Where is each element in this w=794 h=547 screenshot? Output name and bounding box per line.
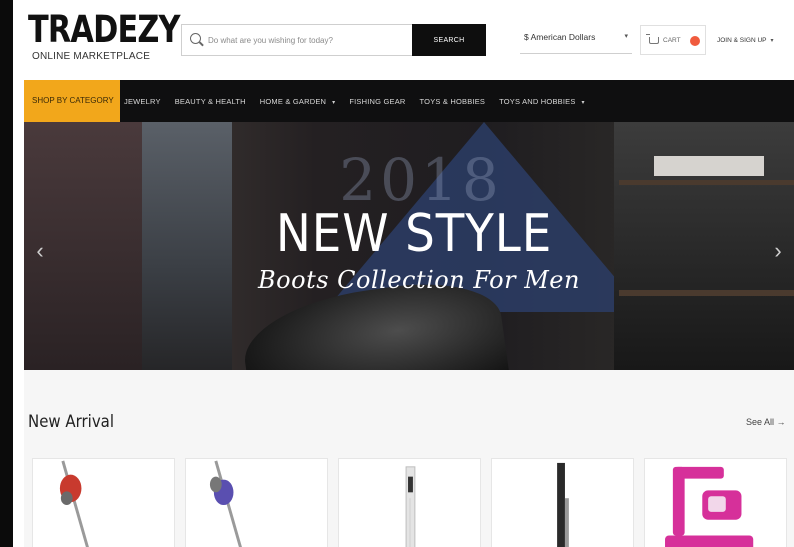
search-button[interactable]: SEARCH bbox=[412, 24, 486, 56]
nav-item-label: JEWELRY bbox=[124, 96, 161, 106]
chevron-down-icon: ▾ bbox=[332, 99, 336, 106]
main-nav: SHOP BY CATEGORY JEWELRY BEAUTY & HEALTH… bbox=[24, 80, 794, 122]
cart-icon bbox=[646, 34, 659, 44]
nav-item-toys-and-hobbies[interactable]: TOYS AND HOBBIES ▾ bbox=[499, 97, 585, 106]
hero-title: NEW STYLE bbox=[275, 204, 553, 264]
site-header: TRADEZY ONLINE MARKETPLACE SEARCH $ Amer… bbox=[24, 0, 794, 80]
hero-shelf bbox=[619, 180, 794, 185]
vacuum-red-icon bbox=[59, 460, 89, 547]
account-menu[interactable]: JOIN & SIGN UP ▾ bbox=[717, 37, 774, 44]
vacuum-purple-icon bbox=[209, 460, 242, 547]
currency-select[interactable]: $ American Dollars ▾ bbox=[520, 26, 632, 54]
nav-item-label: TOYS & HOBBIES bbox=[419, 96, 486, 106]
product-card[interactable] bbox=[185, 458, 328, 547]
nav-item-label: HOME & GARDEN bbox=[259, 96, 327, 106]
chevron-right-icon[interactable]: › bbox=[768, 238, 788, 264]
chevron-left-icon[interactable]: ‹ bbox=[30, 238, 50, 264]
product-list bbox=[32, 458, 792, 547]
stick-vacuum-black-icon bbox=[557, 462, 569, 547]
screenshot-frame: TRADEZY ONLINE MARKETPLACE SEARCH $ Amer… bbox=[0, 0, 794, 547]
product-card[interactable] bbox=[338, 458, 481, 547]
see-all-link[interactable]: See All → bbox=[746, 417, 786, 427]
product-card[interactable] bbox=[644, 458, 787, 547]
chevron-down-icon: ▾ bbox=[581, 99, 585, 106]
cart-label: CART bbox=[663, 37, 681, 44]
search-input[interactable] bbox=[208, 25, 408, 55]
search-icon bbox=[190, 33, 201, 44]
chevron-down-icon: ▾ bbox=[770, 38, 774, 44]
nav-items: JEWELRY BEAUTY & HEALTH HOME & GARDEN ▾ F… bbox=[124, 80, 599, 122]
nav-item-home-garden[interactable]: HOME & GARDEN ▾ bbox=[260, 97, 336, 106]
hero-shelf bbox=[619, 290, 794, 296]
product-card[interactable] bbox=[491, 458, 634, 547]
stick-vacuum-white-icon bbox=[405, 466, 416, 547]
nav-item-label: BEAUTY & HEALTH bbox=[174, 96, 246, 106]
shop-by-category-button[interactable]: SHOP BY CATEGORY bbox=[24, 80, 120, 122]
hero-subtitle: Boots Collection For Men bbox=[258, 266, 580, 294]
new-arrival-title: New Arrival bbox=[28, 412, 114, 432]
nav-item-jewelry[interactable]: JEWELRY bbox=[124, 97, 161, 106]
logo-name: TRADEZY bbox=[28, 8, 181, 51]
chevron-down-icon: ▾ bbox=[624, 33, 628, 40]
nav-item-label: TOYS AND HOBBIES bbox=[499, 96, 576, 106]
currency-selected-value: $ American Dollars bbox=[524, 32, 596, 42]
product-card[interactable] bbox=[32, 458, 175, 547]
page: TRADEZY ONLINE MARKETPLACE SEARCH $ Amer… bbox=[24, 0, 794, 547]
vacuum-pink-icon bbox=[665, 466, 754, 547]
cart-badge bbox=[690, 36, 700, 46]
account-label: JOIN & SIGN UP bbox=[717, 37, 767, 44]
nav-item-fishing-gear[interactable]: FISHING GEAR bbox=[349, 97, 405, 106]
hero-background-shape bbox=[142, 122, 232, 370]
search-bar: SEARCH bbox=[181, 24, 486, 56]
nav-item-label: FISHING GEAR bbox=[349, 96, 406, 106]
cart-button[interactable]: CART bbox=[640, 25, 706, 55]
nav-item-toys-hobbies[interactable]: TOYS & HOBBIES bbox=[420, 97, 486, 106]
left-edge-bar bbox=[0, 0, 13, 547]
hero-shelf-box bbox=[654, 156, 764, 176]
nav-item-beauty-health[interactable]: BEAUTY & HEALTH bbox=[175, 97, 246, 106]
